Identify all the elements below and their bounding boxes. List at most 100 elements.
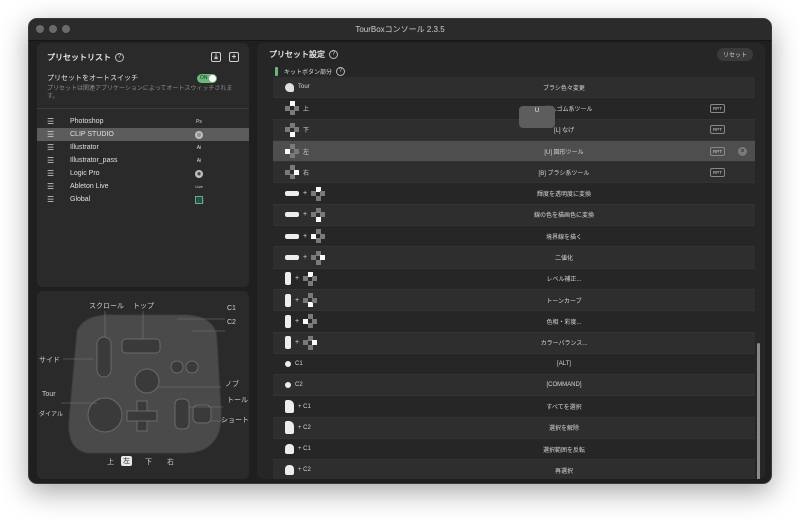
drag-handle-icon[interactable]: ☰ xyxy=(47,182,55,191)
illustrator-icon: Ai xyxy=(196,157,202,164)
preset-settings-title: プリセット設定 xyxy=(269,49,325,59)
key-mapping-row[interactable]: + C2 選択を解除 xyxy=(273,417,755,440)
action-label: 二値化 xyxy=(554,256,573,263)
illustrator-icon: Ai xyxy=(196,144,202,151)
key-mapping-row[interactable]: + 境界線を描く xyxy=(273,226,755,248)
key-mapping-row[interactable]: + 色相・彩度... xyxy=(273,311,755,333)
repeat-badge[interactable]: RPT xyxy=(710,125,725,135)
short-button-shape xyxy=(192,404,212,424)
drag-handle-icon[interactable]: ☰ xyxy=(47,169,55,178)
help-icon[interactable]: ? xyxy=(336,66,346,76)
logic-pro-icon: ◉ xyxy=(195,169,203,178)
key-label: C1 xyxy=(295,361,303,367)
key-mapping-row[interactable]: + トーンカーブ xyxy=(273,289,755,312)
minimize-window-button[interactable] xyxy=(49,25,57,33)
key-label: + C2 xyxy=(298,467,311,474)
dpad-left-icon xyxy=(285,144,299,159)
key-mapping-row[interactable]: + 線の色を描画色に変換 xyxy=(273,204,755,227)
key-mapping-row[interactable]: C2 [COMMAND] xyxy=(273,375,755,397)
drag-handle-icon[interactable]: ☰ xyxy=(47,130,55,139)
action-label: 色相・彩度... xyxy=(546,319,582,326)
drag-handle-icon[interactable]: ☰ xyxy=(47,156,55,165)
preset-name: Photoshop xyxy=(70,118,104,125)
preset-settings-panel: プリセット設定 ? リセット キットボタン部分 ? Tour ブラシ色々変更 上… xyxy=(257,43,765,479)
tour-label: Tour xyxy=(42,391,56,398)
key-label: 上 xyxy=(303,106,310,113)
key-mapping-row[interactable]: C1 [ALT] xyxy=(273,354,755,376)
key-mapping-row[interactable]: + レベル補正... xyxy=(273,269,755,290)
action-label: [ALT] xyxy=(557,361,571,367)
help-icon[interactable]: ? xyxy=(329,49,338,59)
key-label: + C1 xyxy=(298,403,311,410)
dpad-down-label[interactable]: 下 xyxy=(145,457,152,467)
action-label: [B] ブラシ系ツール xyxy=(538,170,590,177)
drag-handle-icon[interactable]: ☰ xyxy=(47,143,55,152)
key-mapping-row[interactable]: + C1 すべてを選択 xyxy=(273,396,755,418)
preset-item[interactable]: ☰ Ableton Live Live xyxy=(37,180,249,193)
key-mapping-row[interactable]: + 輝度を透明度に変換 xyxy=(273,183,755,205)
key-label: 右 xyxy=(303,170,310,177)
action-label: トーンカーブ xyxy=(546,298,582,305)
section-indicator xyxy=(275,66,278,76)
action-label: 選択を解除 xyxy=(548,426,579,433)
preset-item[interactable]: ☰ Global ⋮⋮ xyxy=(37,193,249,206)
side-button-icon xyxy=(285,191,299,197)
drag-handle-icon[interactable]: ☰ xyxy=(47,117,55,126)
preset-settings-header: プリセット設定 ? リセット xyxy=(257,43,765,65)
c1-label: C1 xyxy=(227,305,236,312)
toggle-state-label: ON xyxy=(200,75,208,81)
add-preset-icon[interactable]: + xyxy=(229,52,239,62)
key-mapping-row[interactable]: + 二値化 xyxy=(273,247,755,269)
dpad-down-icon xyxy=(303,293,318,308)
action-label: [E] 消しゴム系ツール xyxy=(535,106,593,113)
key-mapping-row[interactable]: + C2 再選択 xyxy=(273,460,755,479)
dpad-left-label[interactable]: 左 xyxy=(121,456,132,466)
preset-name: Logic Pro xyxy=(70,170,100,177)
import-preset-icon[interactable]: ⤓ xyxy=(211,52,221,62)
clear-icon[interactable]: × xyxy=(738,146,747,156)
key-mapping-row[interactable]: Tour ブラシ色々変更 xyxy=(273,77,755,99)
preset-item[interactable]: ☰ Illustrator_pass Ai xyxy=(37,154,249,167)
repeat-badge[interactable]: RPT xyxy=(710,103,725,113)
key-mapping-row[interactable]: U 下 [L] なげ RPT xyxy=(273,105,755,141)
clip-studio-icon: ◎ xyxy=(195,130,203,139)
window-title: TourBoxコンソール 2.3.5 xyxy=(355,25,445,34)
key-label: 下 xyxy=(303,128,310,135)
close-window-button[interactable] xyxy=(36,25,44,33)
top-button-icon xyxy=(285,336,291,350)
kit-button-section-header[interactable]: キットボタン部分 ? xyxy=(257,65,765,77)
key-mapping-row[interactable]: 右 [B] ブラシ系ツール RPT xyxy=(273,162,755,184)
photoshop-icon: Ps xyxy=(196,118,202,125)
key-mapping-row[interactable]: + C1 選択範囲を反転 xyxy=(273,439,755,461)
tooltip: U xyxy=(519,105,555,128)
preset-item[interactable]: ☰ Logic Pro ◉ xyxy=(37,167,249,180)
drag-handle-icon[interactable]: ☰ xyxy=(47,195,55,204)
c2-button-shape xyxy=(185,360,199,374)
key-mapping-row-selected[interactable]: 左 [U] 図形ツール RPT × xyxy=(273,140,755,163)
tourbox-device-diagram xyxy=(61,311,227,454)
scroll-label: スクロール xyxy=(89,303,124,310)
repeat-badge[interactable]: RPT xyxy=(710,146,725,156)
titlebar: TourBoxコンソール 2.3.5 xyxy=(29,19,771,41)
section-title: キットボタン部分 xyxy=(284,69,333,76)
preset-list-header: プリセットリスト ? ⤓ + xyxy=(37,43,249,71)
reset-button[interactable]: リセット xyxy=(716,47,753,61)
auto-switch-toggle[interactable]: ON xyxy=(197,74,217,83)
dpad-up-label[interactable]: 上 xyxy=(107,457,114,467)
knob-shape xyxy=(134,368,160,394)
ableton-live-icon: Live xyxy=(195,183,203,189)
global-grid-icon: ⋮⋮ xyxy=(195,195,206,204)
key-mapping-row[interactable]: + カラーバランス... xyxy=(273,332,755,354)
scrollbar[interactable] xyxy=(757,343,760,479)
key-mapping-row[interactable]: 上 [E] 消しゴム系ツール RPT xyxy=(273,98,755,120)
help-icon[interactable]: ? xyxy=(115,52,124,62)
action-label: [L] なげ xyxy=(553,128,575,135)
dpad-right-label[interactable]: 右 xyxy=(167,457,174,467)
zoom-window-button[interactable] xyxy=(62,25,70,33)
tall-label: トール xyxy=(227,397,248,404)
preset-item[interactable]: ☰ Photoshop Ps xyxy=(37,115,249,128)
preset-item-selected[interactable]: ☰ CLIP STUDIO ◎ xyxy=(37,128,249,141)
preset-item[interactable]: ☰ Illustrator Ai xyxy=(37,141,249,154)
toggle-knob xyxy=(209,75,216,82)
repeat-badge[interactable]: RPT xyxy=(710,167,725,177)
